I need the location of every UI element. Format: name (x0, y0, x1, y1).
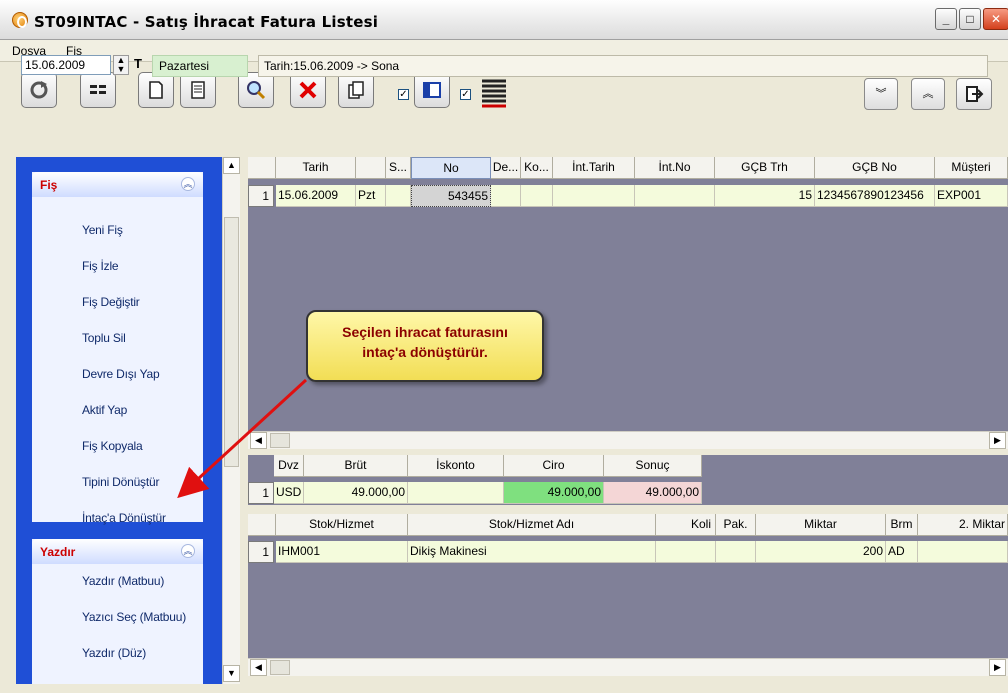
callout-line-1: Seçilen ihracat faturasını (342, 324, 508, 340)
tooltip-callout: Seçilen ihracat faturasını intaç'a dönüş… (306, 310, 544, 382)
callout-line-2: intaç'a dönüştürür. (362, 344, 488, 360)
